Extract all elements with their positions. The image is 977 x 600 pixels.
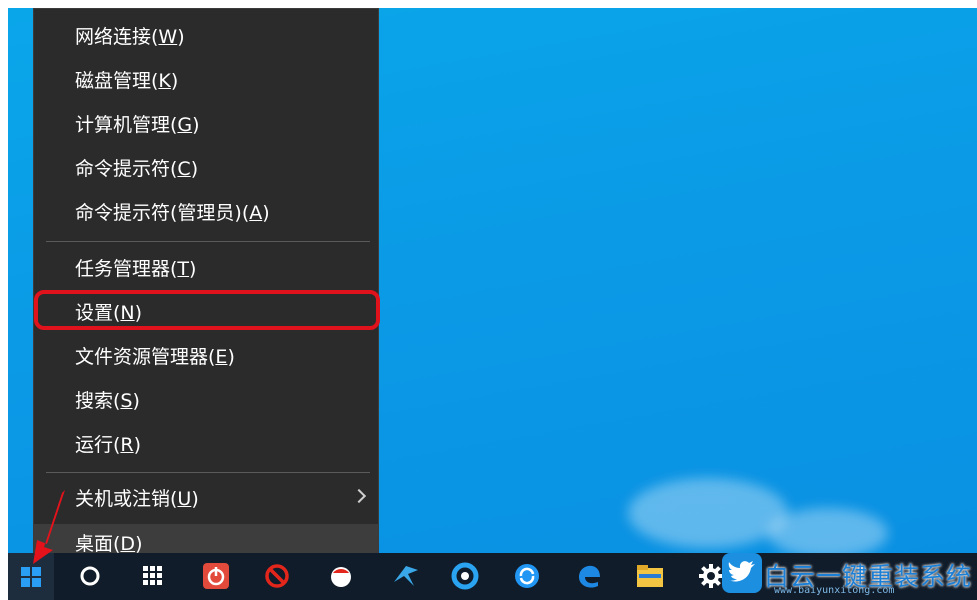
twitter-bird-icon bbox=[722, 553, 762, 593]
menu-item-task-manager[interactable]: 任务管理器(T) bbox=[34, 249, 378, 289]
calculator-icon[interactable] bbox=[138, 561, 168, 591]
file-explorer-icon[interactable] bbox=[635, 561, 665, 591]
bird-app-icon[interactable] bbox=[391, 561, 421, 591]
windows-start-icon bbox=[21, 566, 41, 587]
circle-app-icon[interactable] bbox=[450, 561, 480, 591]
menu-item-shutdown-signout[interactable]: 关机或注销(U) bbox=[34, 479, 378, 519]
watermark-url: www.baiyunxitong.com bbox=[774, 585, 895, 596]
menu-item-settings[interactable]: 设置(N) bbox=[34, 293, 378, 333]
menu-item-search[interactable]: 搜索(S) bbox=[34, 381, 378, 421]
red-app-icon[interactable] bbox=[326, 561, 356, 591]
menu-separator bbox=[46, 472, 370, 473]
desktop-cloud bbox=[628, 478, 788, 548]
block-app-icon[interactable] bbox=[262, 561, 292, 591]
menu-item-file-explorer[interactable]: 文件资源管理器(E) bbox=[34, 337, 378, 377]
chevron-right-icon bbox=[351, 488, 367, 504]
menu-item-network-connections[interactable]: 网络连接(W) bbox=[34, 17, 378, 57]
sync-app-icon[interactable] bbox=[512, 561, 542, 591]
red-arrow-pointer-icon bbox=[33, 490, 65, 564]
menu-item-command-prompt-admin[interactable]: 命令提示符(管理员)(A) bbox=[34, 193, 378, 233]
menu-item-run[interactable]: 运行(R) bbox=[34, 425, 378, 465]
menu-item-command-prompt[interactable]: 命令提示符(C) bbox=[34, 149, 378, 189]
watermark: 白云一键重装系统 www.baiyunxitong.com bbox=[722, 551, 977, 600]
menu-item-disk-management[interactable]: 磁盘管理(K) bbox=[34, 61, 378, 101]
menu-separator bbox=[46, 241, 370, 242]
menu-item-computer-management[interactable]: 计算机管理(G) bbox=[34, 105, 378, 145]
edge-icon[interactable] bbox=[574, 561, 604, 591]
power-app-icon[interactable] bbox=[201, 561, 231, 591]
